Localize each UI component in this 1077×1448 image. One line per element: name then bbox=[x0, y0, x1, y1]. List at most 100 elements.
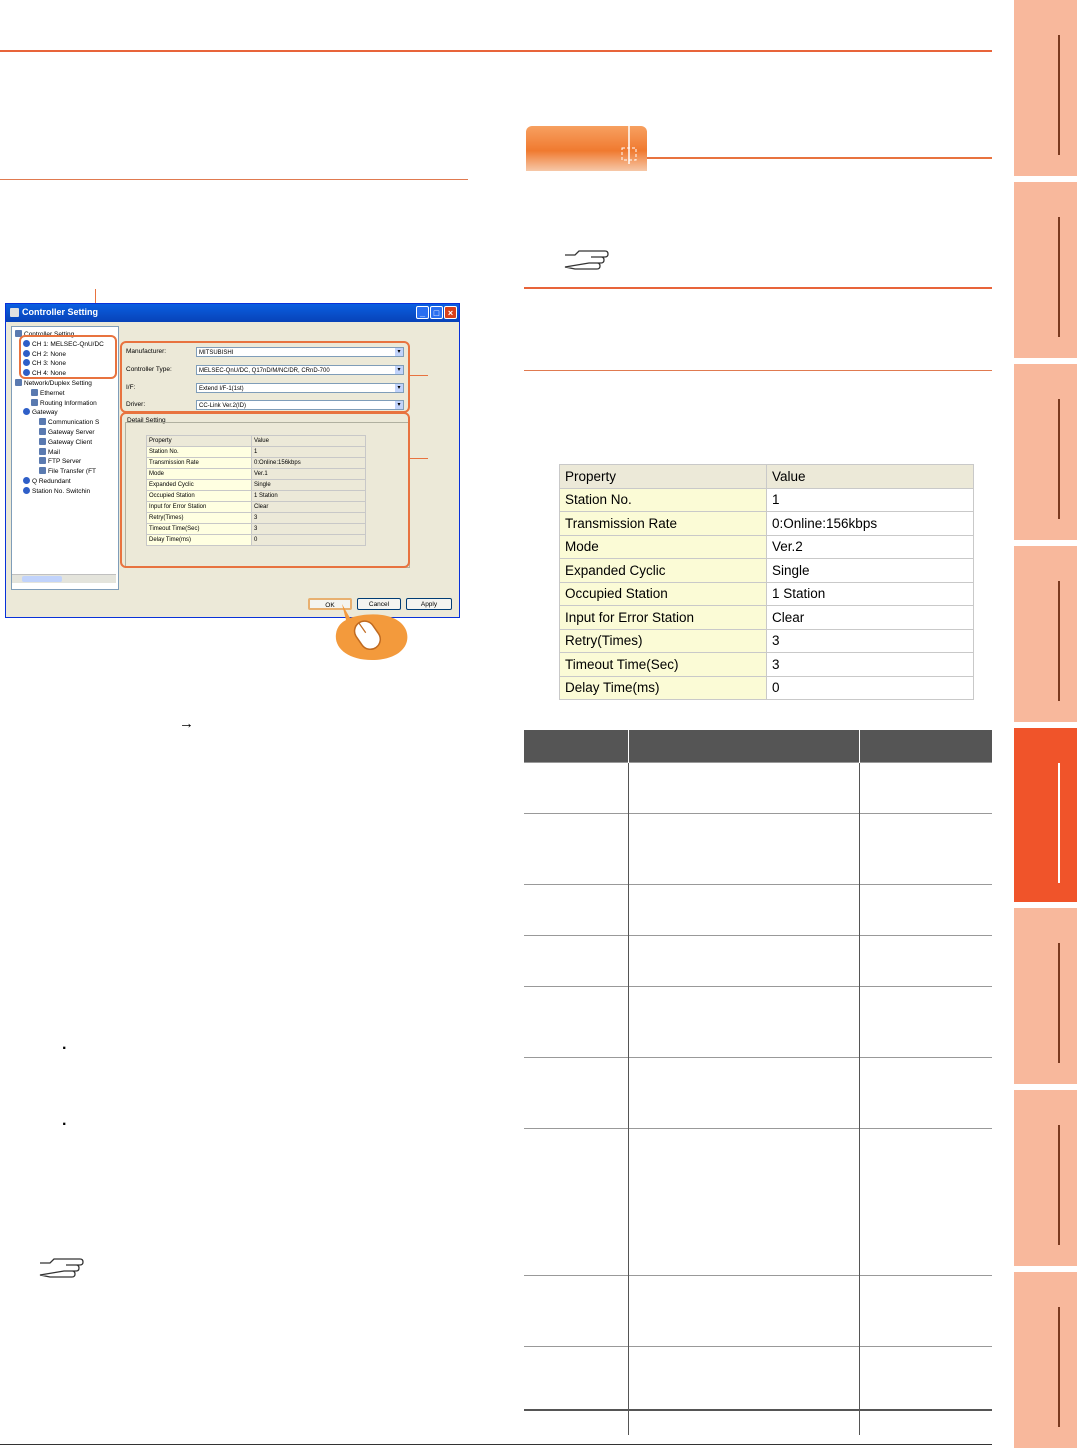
table-row bbox=[524, 1346, 992, 1435]
value-cell: 0 bbox=[766, 675, 974, 700]
tree-item-label: Mail bbox=[48, 448, 60, 456]
table-row bbox=[524, 1128, 992, 1276]
maximize-icon[interactable]: □ bbox=[430, 306, 443, 319]
table-row bbox=[524, 1275, 992, 1347]
table-cell bbox=[524, 762, 629, 814]
tree-node-icon bbox=[31, 398, 38, 406]
tree-node-icon bbox=[39, 467, 46, 475]
table-cell bbox=[524, 986, 629, 1058]
table-row: Retry(Times) 3 bbox=[559, 628, 974, 653]
header-cell bbox=[628, 730, 860, 763]
tree-node-icon bbox=[39, 428, 46, 435]
table-row: Transmission Rate 0:Online:156kbps bbox=[559, 511, 974, 536]
tree-node-icon bbox=[23, 486, 30, 494]
side-tab-4[interactable] bbox=[1014, 546, 1077, 722]
table-cell bbox=[859, 935, 992, 987]
tree-item[interactable]: Mail bbox=[39, 447, 60, 456]
table-cell bbox=[859, 1346, 992, 1435]
table-cell bbox=[524, 813, 629, 885]
apply-button[interactable]: Apply bbox=[406, 598, 452, 610]
side-tab-2[interactable] bbox=[1014, 182, 1077, 358]
callout-line-2 bbox=[408, 375, 428, 376]
minimize-icon[interactable]: _ bbox=[416, 306, 429, 319]
value-cell: Single bbox=[766, 558, 974, 583]
table-row: Expanded Cyclic Single bbox=[559, 558, 974, 583]
channel-highlight bbox=[19, 335, 117, 379]
table-row: Delay Time(ms) 0 bbox=[559, 675, 974, 700]
tree-item[interactable]: Routing Information bbox=[31, 398, 97, 407]
tree-node-icon bbox=[23, 477, 30, 484]
table-header-row bbox=[524, 730, 992, 763]
tree-item[interactable]: Gateway Client bbox=[39, 437, 93, 446]
property-cell: Transmission Rate bbox=[559, 511, 767, 536]
table-cell bbox=[524, 1275, 629, 1347]
value-cell: 0:Online:156kbps bbox=[766, 511, 974, 536]
dialog-title: Controller Setting bbox=[22, 307, 98, 317]
side-tab-5-active[interactable] bbox=[1014, 728, 1077, 902]
table-cell bbox=[524, 884, 629, 936]
table-cell bbox=[524, 1057, 629, 1129]
tree-item[interactable]: Q Redundant bbox=[23, 477, 71, 485]
property-cell: Retry(Times) bbox=[559, 628, 767, 653]
table-cell bbox=[859, 1057, 992, 1129]
tree-node-icon bbox=[15, 379, 22, 386]
tree-item-label: FTP Server bbox=[48, 458, 82, 466]
tree-item[interactable]: File Transfer (FT bbox=[39, 467, 96, 475]
table-cell bbox=[628, 813, 860, 885]
table-row: Mode Ver.2 bbox=[559, 534, 974, 559]
right-rule-1 bbox=[524, 287, 992, 289]
app-icon bbox=[10, 308, 19, 317]
tree-item[interactable]: Network/Duplex Setting bbox=[15, 379, 92, 387]
side-tab-6[interactable] bbox=[1014, 908, 1077, 1084]
value-cell: 3 bbox=[766, 652, 974, 677]
footer-rule bbox=[0, 1444, 992, 1445]
tree-item[interactable]: Gateway Server bbox=[39, 428, 95, 436]
table-cell bbox=[628, 986, 860, 1058]
header-cell: Property bbox=[559, 464, 767, 489]
property-cell: Timeout Time(Sec) bbox=[559, 652, 767, 677]
table-cell bbox=[628, 1057, 860, 1129]
side-tab-8[interactable] bbox=[1014, 1272, 1077, 1448]
value-cell: 1 Station bbox=[766, 581, 974, 606]
property-cell: Mode bbox=[559, 534, 767, 559]
point-rule bbox=[647, 157, 992, 159]
tree-scrollbar[interactable] bbox=[12, 574, 116, 583]
table-cell bbox=[628, 935, 860, 987]
side-tab-7[interactable] bbox=[1014, 1090, 1077, 1266]
tree-item[interactable]: Gateway bbox=[23, 408, 58, 416]
table-row bbox=[524, 813, 992, 885]
controller-fields-highlight bbox=[120, 341, 410, 413]
tree-node-icon bbox=[39, 457, 46, 465]
tree-item[interactable]: Station No. Switchin bbox=[23, 486, 90, 495]
tree-item-label: Network/Duplex Setting bbox=[24, 380, 92, 387]
side-tab-3[interactable] bbox=[1014, 364, 1077, 540]
tree-item-label: Gateway Client bbox=[48, 438, 93, 446]
table-cell bbox=[859, 884, 992, 936]
table-cell bbox=[628, 884, 860, 936]
property-cell: Input for Error Station bbox=[559, 605, 767, 630]
tree-item[interactable]: FTP Server bbox=[39, 457, 81, 465]
header-cell: Value bbox=[766, 464, 974, 489]
tree-item-label: Ethernet bbox=[40, 389, 65, 397]
tree-item[interactable]: Communication S bbox=[39, 418, 99, 426]
left-section-rule bbox=[0, 179, 468, 180]
table-cell bbox=[628, 1128, 860, 1276]
tree-item-label: Routing Information bbox=[40, 399, 97, 407]
tree-node-icon bbox=[39, 437, 46, 445]
side-tab-1[interactable] bbox=[1014, 0, 1077, 176]
table-cell bbox=[524, 1128, 629, 1276]
bullet-1: · bbox=[62, 1040, 68, 1057]
table-cell bbox=[859, 1128, 992, 1276]
table-cell bbox=[859, 762, 992, 814]
tree-node-icon bbox=[39, 418, 46, 426]
table-row: Occupied Station 1 Station bbox=[559, 581, 974, 606]
callout-line-3 bbox=[408, 458, 428, 459]
tree-item-label: Communication S bbox=[48, 419, 100, 427]
scroll-thumb[interactable] bbox=[22, 576, 62, 582]
property-cell: Occupied Station bbox=[559, 581, 767, 606]
table-cell bbox=[859, 1275, 992, 1347]
table-row: Station No. 1 bbox=[559, 487, 974, 512]
close-icon[interactable]: × bbox=[444, 306, 457, 319]
tree-item[interactable]: Ethernet bbox=[31, 388, 65, 397]
table-cell bbox=[524, 1346, 629, 1435]
